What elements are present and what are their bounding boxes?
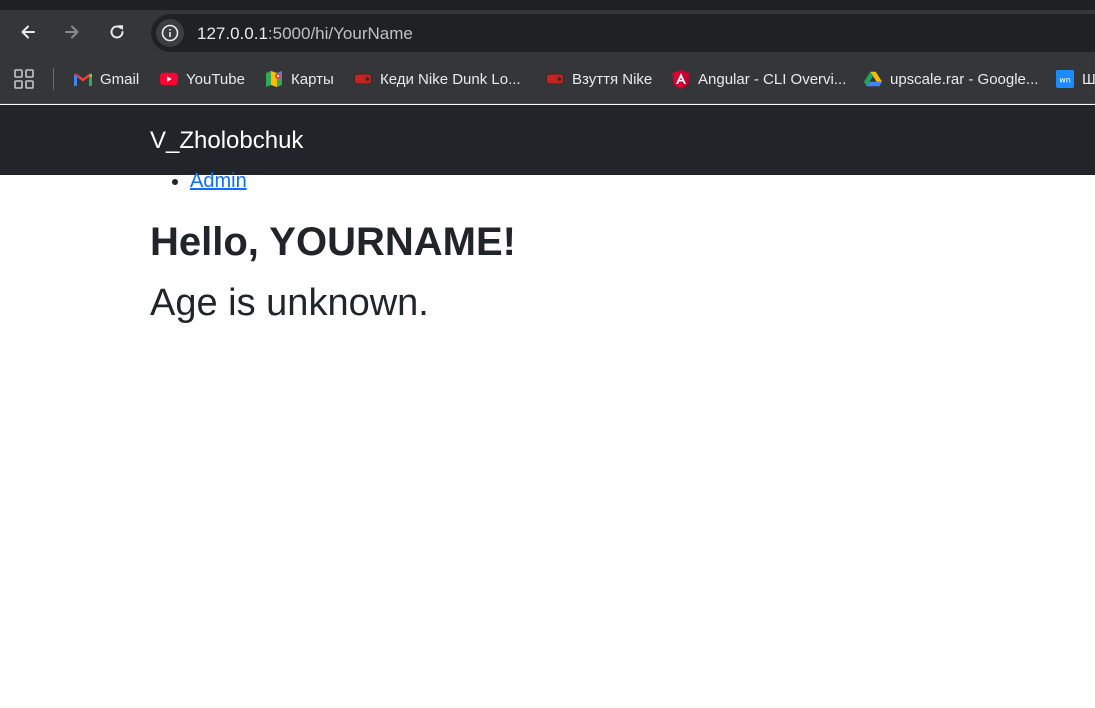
svg-text:wn: wn [1059,76,1071,85]
info-icon [161,24,179,42]
gmail-icon [74,70,92,88]
bookmark-label: YouTube [186,70,245,88]
youtube-icon [160,70,178,88]
bookmark-nike-shoes[interactable]: Взуття Nike [546,67,652,91]
bookmarks-divider [53,68,54,90]
apps-grid-icon[interactable] [14,69,34,89]
bookmark-label: Gmail [100,70,140,88]
bookmark-label: Ш [1082,70,1095,88]
bookmarks-bar: Gmail YouTube Карты Кеди Nike Dunk Lo...… [0,55,1095,104]
nav-list: Admin [150,168,247,194]
bookmark-google-drive[interactable]: upscale.rar - Google... [864,67,1038,91]
maps-icon [265,70,283,88]
url-text: 127.0.0.1:5000/hi/YourName [197,24,413,44]
list-item: Admin [190,168,247,194]
tag-icon [546,70,564,88]
back-button[interactable] [13,17,43,47]
bookmark-gmail[interactable]: Gmail [74,67,139,91]
browser-tab-strip [0,0,1095,10]
reload-icon [110,25,124,39]
bookmark-wn[interactable]: wn Ш [1056,67,1095,91]
reload-button[interactable] [102,17,132,47]
bookmark-nike-dunk[interactable]: Кеди Nike Dunk Lo... [354,67,521,91]
arrow-right-icon [65,25,79,39]
navbar-brand[interactable]: V_Zholobchuk [150,127,303,155]
url-host: 127.0.0.1 [197,24,268,43]
bookmark-label: Кеди Nike Dunk Lo... [380,70,521,88]
browser-toolbar: 127.0.0.1:5000/hi/YourName [0,10,1095,55]
bookmark-angular[interactable]: Angular - CLI Overvi... [672,67,846,91]
tag-icon [354,70,372,88]
site-info-button[interactable] [156,19,184,47]
google-drive-icon [864,70,882,88]
arrow-left-icon [21,25,35,39]
bookmark-label: Angular - CLI Overvi... [698,70,847,88]
bookmark-maps[interactable]: Карты [265,67,334,91]
bookmark-label: Взуття Nike [572,70,653,88]
wn-icon: wn [1056,70,1074,88]
age-text: Age is unknown. [150,282,429,324]
bookmark-label: Карты [291,70,334,88]
bookmark-label: upscale.rar - Google... [890,70,1039,88]
angular-icon [672,69,690,89]
bookmark-youtube[interactable]: YouTube [160,67,245,91]
page-title: Hello, YOURNAME! [150,220,516,264]
url-path: :5000/hi/YourName [267,24,413,43]
site-navbar: V_Zholobchuk [0,105,1095,175]
address-bar[interactable]: 127.0.0.1:5000/hi/YourName [151,14,1095,52]
admin-link[interactable]: Admin [190,170,247,192]
forward-button[interactable] [57,17,87,47]
